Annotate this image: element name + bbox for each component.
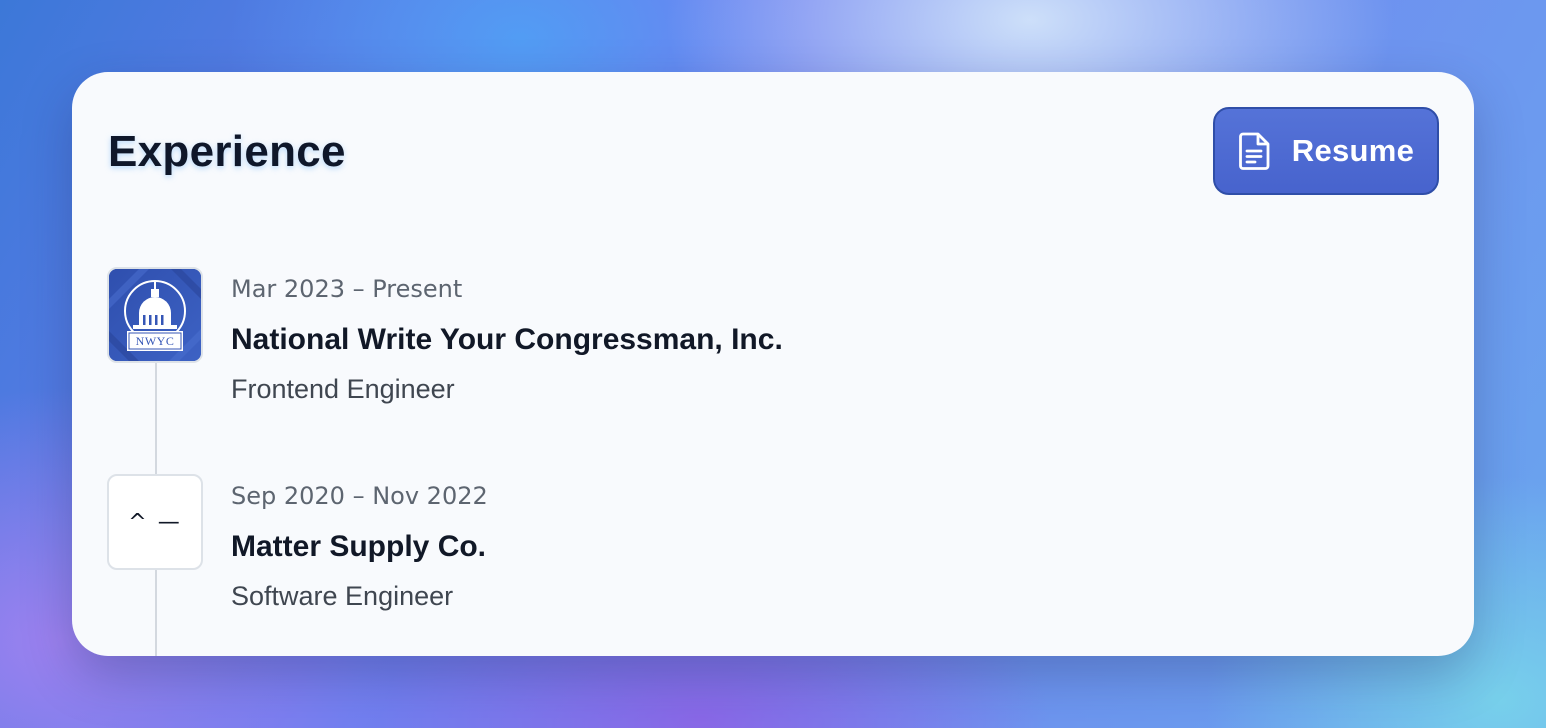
experience-entry: Sep 2020 – Nov 2022 Matter Supply Co. So… <box>231 479 488 615</box>
section-title: Experience <box>108 127 346 176</box>
experience-entry: Mar 2023 – Present National Write Your C… <box>231 272 783 408</box>
matter-supply-logo: ^ — <box>107 474 203 570</box>
document-icon <box>1238 131 1272 171</box>
experience-card: Experience Resume NWYC Mar 2023 – Presen… <box>72 72 1474 656</box>
entry-role: Software Engineer <box>231 581 454 611</box>
nwyc-logo-text: NWYC <box>135 334 175 348</box>
entry-company: National Write Your Congressman, Inc. <box>231 323 783 356</box>
entry-dates: Mar 2023 – Present <box>231 275 463 303</box>
entry-company: Matter Supply Co. <box>231 530 487 563</box>
nwyc-logo: NWYC <box>107 267 203 363</box>
entry-role: Frontend Engineer <box>231 374 455 404</box>
matter-supply-logo-text: ^ — <box>128 509 182 535</box>
entry-dates: Sep 2020 – Nov 2022 <box>231 482 488 510</box>
resume-button[interactable]: Resume <box>1213 107 1439 195</box>
resume-button-label: Resume <box>1291 133 1415 168</box>
